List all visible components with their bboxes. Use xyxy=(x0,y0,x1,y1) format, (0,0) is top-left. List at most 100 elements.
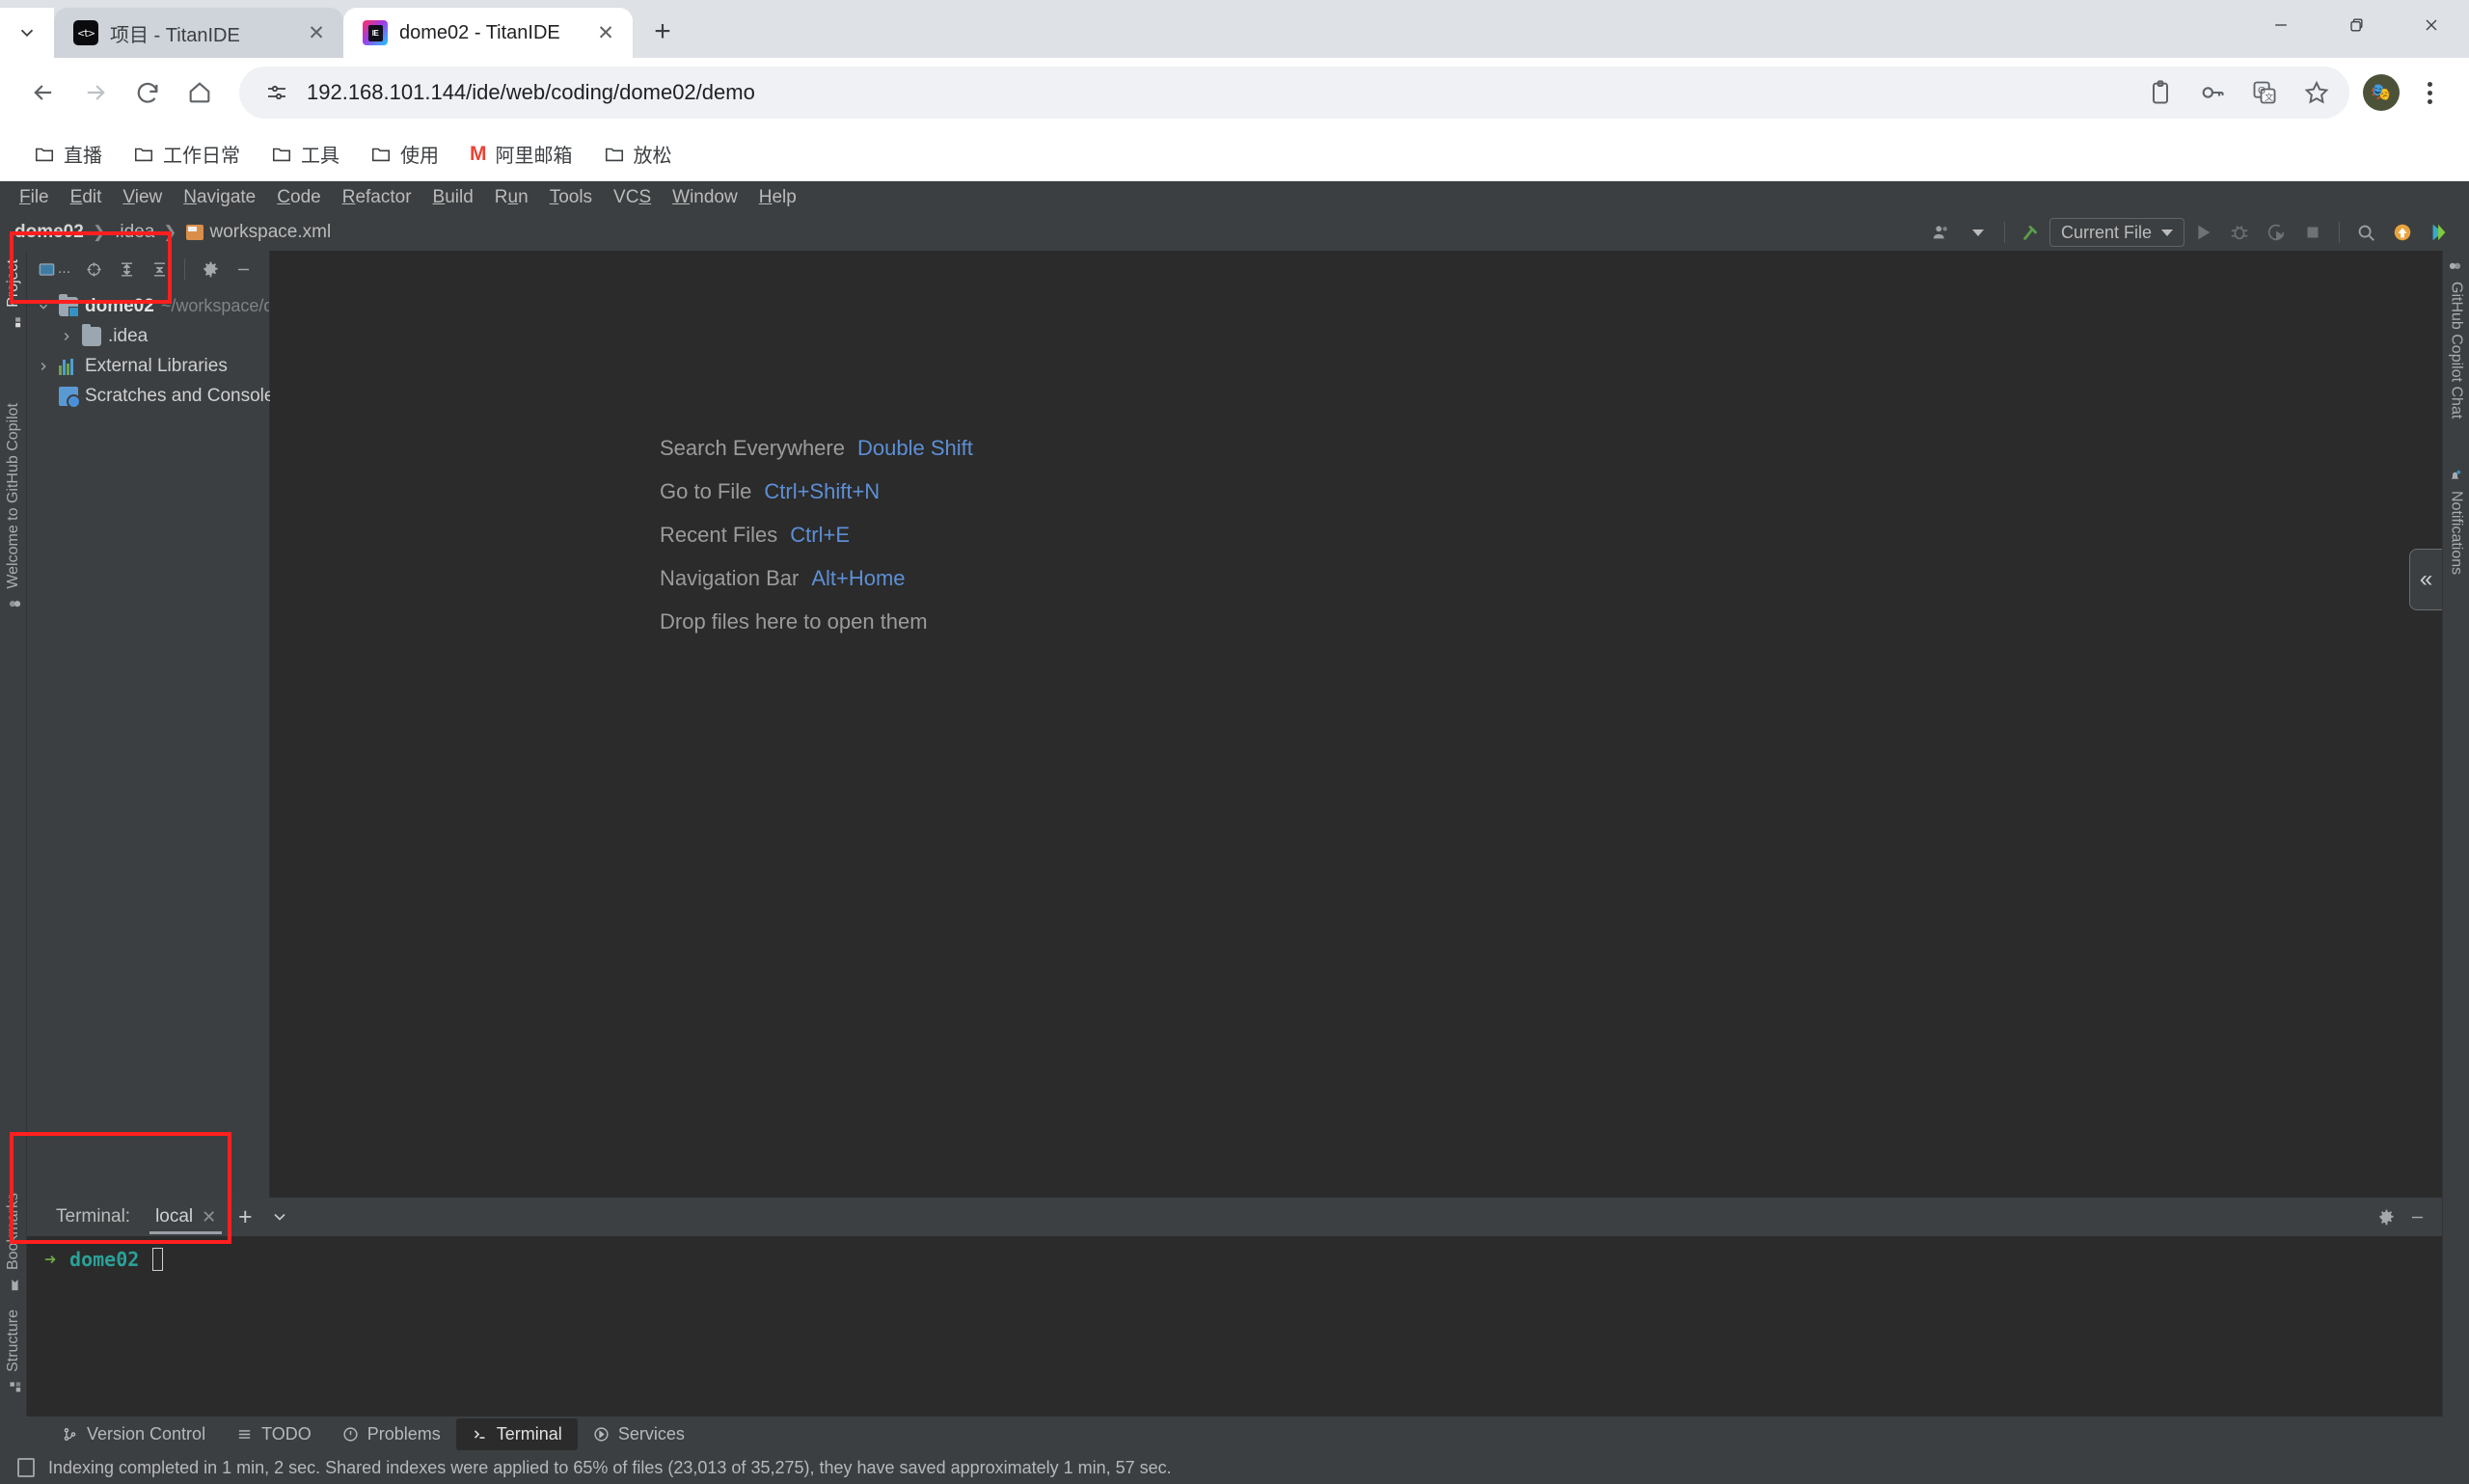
browser-tab-2-close-icon[interactable]: ✕ xyxy=(592,19,619,46)
site-settings-icon[interactable] xyxy=(260,76,293,109)
chevron-right-icon[interactable] xyxy=(35,360,52,373)
search-icon[interactable] xyxy=(2347,216,2384,249)
sidebar-item-bookmarks[interactable]: Bookmarks xyxy=(5,1184,22,1301)
status-bar-text: Indexing completed in 1 min, 2 sec. Shar… xyxy=(48,1458,1172,1478)
kebab-menu-icon[interactable] xyxy=(2407,67,2452,119)
bookmark-item-0[interactable]: 直播 xyxy=(21,133,115,175)
expand-all-icon[interactable] xyxy=(111,255,142,283)
address-bar-actions: G 文 xyxy=(2137,69,2340,116)
bookmark-item-3[interactable]: 使用 xyxy=(358,133,451,175)
sidebar-item-welcome-copilot[interactable]: Welcome to GitHub Copilot xyxy=(5,394,22,620)
address-bar[interactable]: 192.168.101.144/ide/web/coding/dome02/de… xyxy=(239,67,2349,119)
update-arrow-icon[interactable] xyxy=(2384,216,2421,249)
hammer-icon[interactable] xyxy=(2013,216,2049,249)
bookmark-item-1[interactable]: 工作日常 xyxy=(121,133,253,175)
menu-build[interactable]: Build xyxy=(423,184,483,211)
tree-item-dome02-label: dome02 xyxy=(85,296,154,317)
bookmark-item-5-label: 放松 xyxy=(634,140,672,168)
menu-file[interactable]: FFileile xyxy=(10,184,59,211)
home-icon[interactable] xyxy=(174,67,226,119)
bookmark-item-2[interactable]: 工具 xyxy=(258,133,352,175)
menu-refactor[interactable]: Refactor xyxy=(333,184,421,211)
bottom-tab-terminal[interactable]: Terminal xyxy=(456,1418,578,1450)
back-arrow-icon[interactable] xyxy=(17,67,69,119)
debug-bug-icon[interactable] xyxy=(2221,216,2258,249)
window-close-icon[interactable] xyxy=(2394,0,2469,50)
terminal-output[interactable]: ➜ dome02 xyxy=(27,1236,2442,1282)
locate-target-icon[interactable] xyxy=(78,255,109,283)
minimize-icon[interactable] xyxy=(2401,1202,2432,1231)
tab-search-button[interactable] xyxy=(0,8,54,58)
gear-icon[interactable] xyxy=(195,255,226,283)
tree-item-external-libraries[interactable]: External Libraries xyxy=(27,351,269,381)
reload-icon[interactable] xyxy=(122,67,174,119)
tree-item-idea[interactable]: .idea xyxy=(27,321,269,351)
clipboard-icon[interactable] xyxy=(2137,69,2184,116)
stop-square-icon[interactable] xyxy=(2294,216,2331,249)
breadcrumb-item-1[interactable]: .idea xyxy=(110,220,159,245)
run-configuration-label: Current File xyxy=(2061,223,2152,243)
run-coverage-icon[interactable] xyxy=(2258,216,2294,249)
bookmark-item-3-label: 使用 xyxy=(400,140,439,168)
sidebar-item-structure[interactable]: Structure xyxy=(5,1301,22,1403)
bottom-tab-version-control[interactable]: Version Control xyxy=(46,1418,221,1450)
menu-navigate[interactable]: Navigate xyxy=(174,184,265,211)
password-key-icon[interactable] xyxy=(2189,69,2236,116)
window-minimize-icon[interactable] xyxy=(2243,0,2319,50)
address-bar-url[interactable]: 192.168.101.144/ide/web/coding/dome02/de… xyxy=(307,80,2137,105)
forward-arrow-icon[interactable] xyxy=(69,67,122,119)
menu-run[interactable]: Run xyxy=(485,184,538,211)
menu-tools[interactable]: Tools xyxy=(540,184,602,211)
sidebar-item-project-label: Project xyxy=(5,259,22,308)
menu-view[interactable]: View xyxy=(113,184,172,211)
folder-icon xyxy=(370,144,392,165)
menu-help[interactable]: Help xyxy=(749,184,806,211)
collapse-right-panel-button[interactable]: « xyxy=(2409,549,2442,610)
bookmark-item-5[interactable]: 放松 xyxy=(591,133,685,175)
browser-tab-2[interactable]: IE dome02 - TitanIDE ✕ xyxy=(343,8,633,58)
terminal-tab-local[interactable]: local ✕ xyxy=(144,1198,228,1236)
translate-icon[interactable]: G 文 xyxy=(2241,69,2288,116)
chevron-down-icon[interactable] xyxy=(262,1201,297,1233)
breadcrumb-item-2[interactable]: workspace.xml xyxy=(181,220,337,245)
panel-toolbar-divider xyxy=(184,258,185,280)
chevron-down-icon[interactable] xyxy=(35,300,52,313)
new-tab-button[interactable]: + xyxy=(640,10,685,54)
menu-window[interactable]: Window xyxy=(663,184,747,211)
gear-icon[interactable] xyxy=(2371,1202,2401,1231)
browser-tab-1[interactable]: <t> 项目 - TitanIDE ✕ xyxy=(54,8,343,58)
hint-search-everywhere-shortcut: Double Shift xyxy=(857,436,973,461)
ai-assistant-icon[interactable] xyxy=(2421,216,2457,249)
breadcrumb-item-0[interactable]: dome02 xyxy=(10,220,89,245)
chevron-down-icon[interactable] xyxy=(1960,216,1996,249)
sidebar-item-project[interactable]: Project xyxy=(5,251,22,338)
sidebar-item-copilot-chat[interactable]: GitHub Copilot Chat xyxy=(2448,251,2465,427)
folder-icon xyxy=(133,144,154,165)
terminal-tab-close-icon[interactable]: ✕ xyxy=(202,1207,216,1228)
collapse-all-icon[interactable] xyxy=(144,255,175,283)
bottom-tab-problems[interactable]: Problems xyxy=(327,1418,456,1450)
menu-vcs[interactable]: VCS xyxy=(604,184,661,211)
tree-item-scratches-and-consoles[interactable]: Scratches and Consoles xyxy=(27,381,269,411)
new-terminal-button[interactable]: + xyxy=(228,1201,262,1233)
menu-code[interactable]: Code xyxy=(267,184,330,211)
bookmark-item-4[interactable]: M 阿里邮箱 xyxy=(457,133,585,175)
browser-tab-strip: <t> 项目 - TitanIDE ✕ IE dome02 - TitanIDE… xyxy=(0,0,2469,58)
chevron-right-icon[interactable] xyxy=(58,330,75,343)
bottom-tab-services[interactable]: Services xyxy=(578,1418,700,1450)
bottom-tool-window-bar: Version Control TODO Problems Terminal S… xyxy=(0,1417,2469,1451)
project-view-icon[interactable]: ... xyxy=(32,255,76,283)
run-triangle-icon[interactable] xyxy=(2184,216,2221,249)
minimize-icon[interactable] xyxy=(228,255,258,283)
browser-tab-1-close-icon[interactable]: ✕ xyxy=(303,19,330,46)
window-restore-icon[interactable] xyxy=(2319,0,2394,50)
sidebar-item-notifications[interactable]: Notifications xyxy=(2448,460,2465,583)
tree-item-dome02[interactable]: dome02 ~/workspace/d xyxy=(27,291,269,321)
bookmark-star-icon[interactable] xyxy=(2293,69,2340,116)
menu-edit[interactable]: Edit xyxy=(61,184,112,211)
run-configuration-selector[interactable]: Current File xyxy=(2049,218,2184,247)
bottom-tab-todo[interactable]: TODO xyxy=(221,1418,327,1450)
profile-button[interactable]: 🎭 xyxy=(2355,67,2407,119)
editor-empty-area[interactable]: Search Everywhere Double Shift Go to Fil… xyxy=(270,251,2442,1198)
users-icon[interactable] xyxy=(1923,216,1960,249)
